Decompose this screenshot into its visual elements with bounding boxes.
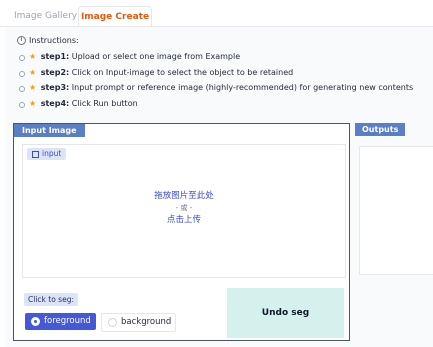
drop-or: - 或 - <box>175 204 193 212</box>
image-upload-dropzone[interactable]: input 拖放图片至此处 - 或 - 点击上传 <box>22 144 346 278</box>
input-chip: input <box>27 148 67 160</box>
star-icon: ★ <box>29 83 37 92</box>
instructions-title: Instructions: <box>29 35 79 45</box>
step-text: Click on Input-image to select the objec… <box>71 67 294 77</box>
instructions-header: i Instructions: <box>17 34 413 46</box>
background-radio[interactable]: background <box>101 313 176 332</box>
bullet-icon <box>19 55 25 61</box>
step-text: Input prompt or reference image (highly-… <box>71 83 414 92</box>
step-name: step2: <box>40 67 70 77</box>
step-text: Upload or select one image from Example <box>71 52 241 61</box>
bullet-icon <box>19 70 25 77</box>
instructions-list: ★ step1: Upload or select one image from… <box>17 49 413 111</box>
info-icon: i <box>17 35 26 45</box>
drop-line-1: 拖放图片至此处 <box>154 191 214 201</box>
input-image-block: Input Image input 拖放图片至此处 - 或 - 点击上传 Cli… <box>13 123 350 341</box>
radio-unselected-icon <box>108 318 117 327</box>
input-image-label: Input Image <box>14 124 85 137</box>
background-label: background <box>121 317 172 327</box>
foreground-radio[interactable]: foreground <box>25 313 96 330</box>
step-3: ★ step3: Input prompt or reference image… <box>17 80 413 96</box>
drop-line-2: 点击上传 <box>166 215 201 225</box>
tab-image-gallery[interactable]: Image Gallery <box>14 6 77 26</box>
star-icon: ★ <box>29 52 37 61</box>
instructions: i Instructions: ★ step1: Upload or selec… <box>17 34 413 111</box>
step-text: Click Run button <box>71 98 138 108</box>
foreground-label: foreground <box>44 316 91 326</box>
step-name: step1: <box>40 52 70 61</box>
step-4: ★ step4: Click Run button <box>17 96 413 112</box>
undo-seg-button[interactable]: Undo seg <box>227 288 344 338</box>
seg-label: Click to seg: <box>24 293 78 306</box>
tab-bar: Image Gallery Image Create <box>0 0 433 28</box>
star-icon: ★ <box>29 67 37 77</box>
drop-hint: 拖放图片至此处 - 或 - 点击上传 <box>23 190 345 226</box>
input-chip-label: input <box>42 149 62 158</box>
outputs-label: Outputs <box>355 123 406 136</box>
segmentation-panel: Click to seg: foreground background <box>22 288 222 338</box>
outputs-area <box>359 146 433 275</box>
radio-selected-icon <box>31 317 40 326</box>
image-create-panel: i Instructions: ★ step1: Upload or selec… <box>5 27 433 347</box>
bullet-icon <box>19 86 25 92</box>
step-name: step3: <box>40 83 70 92</box>
step-2: ★ step2: Click on Input-image to select … <box>17 65 413 81</box>
image-icon <box>32 150 39 158</box>
step-1: ★ step1: Upload or select one image from… <box>17 49 413 65</box>
bullet-icon <box>19 101 25 108</box>
step-name: step4: <box>40 98 70 108</box>
star-icon: ★ <box>29 98 37 108</box>
tab-image-create[interactable]: Image Create <box>78 6 152 28</box>
